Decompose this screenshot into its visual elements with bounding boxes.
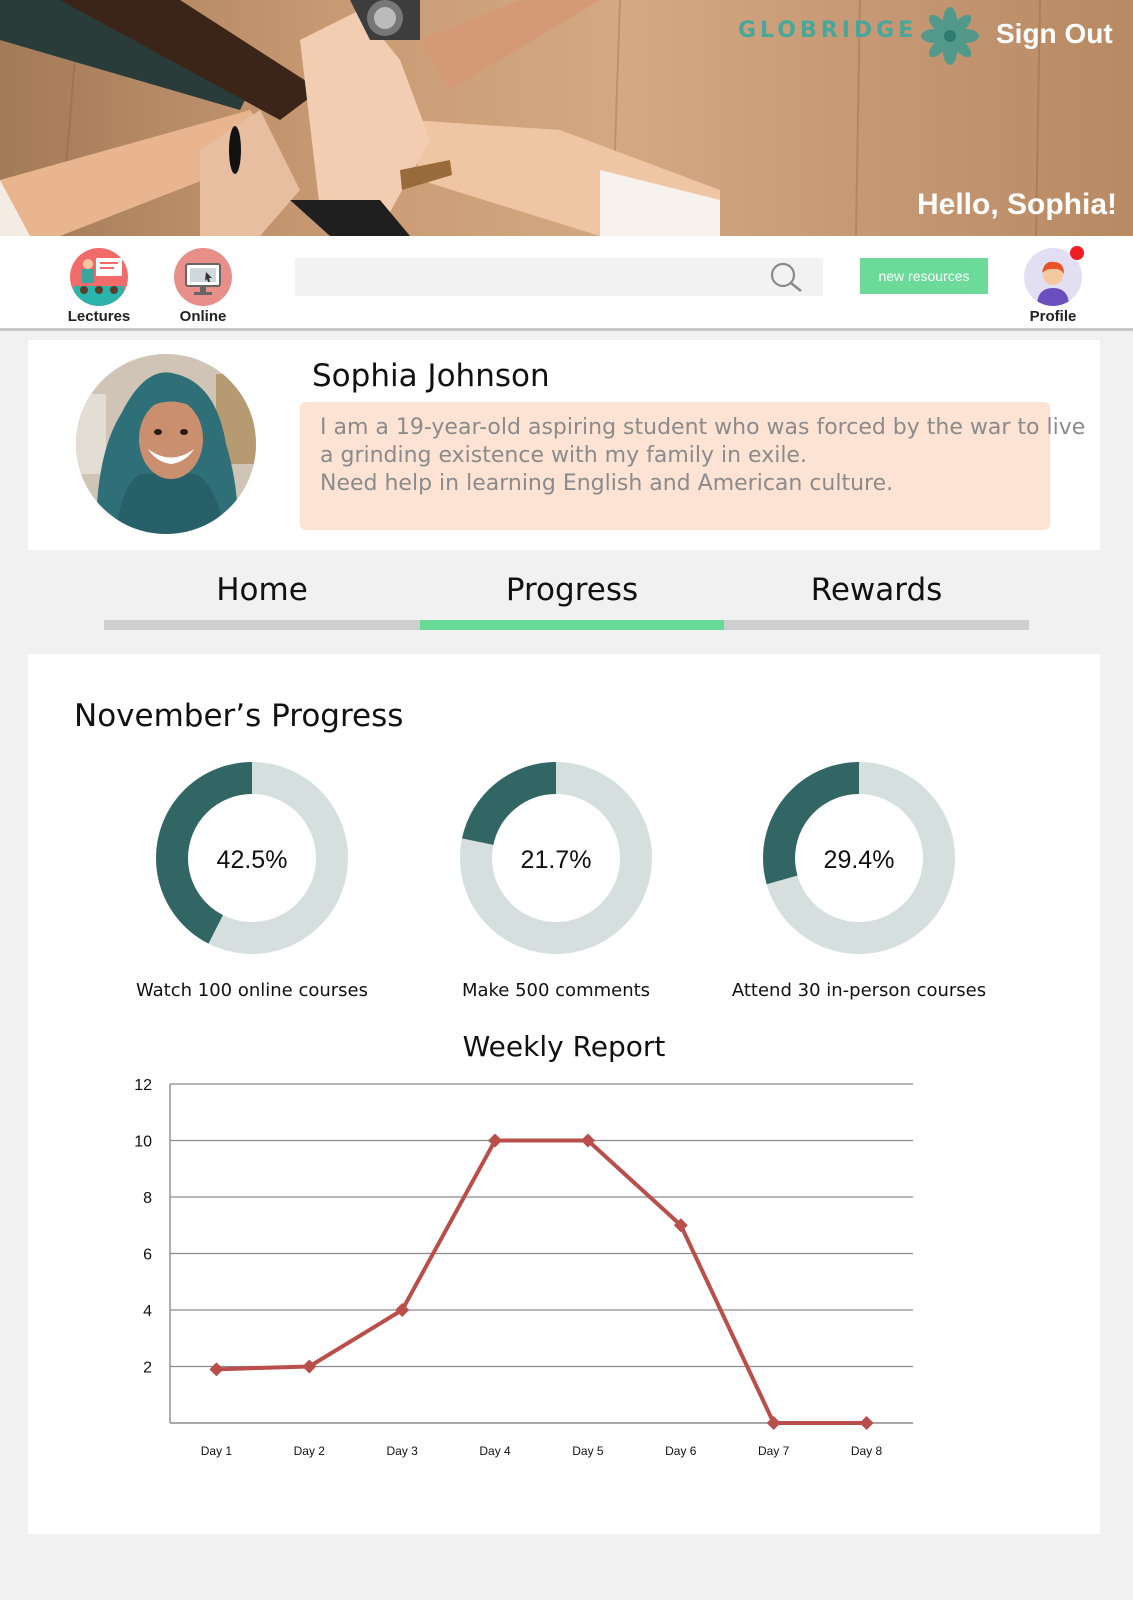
x-tick-label: Day 3 — [387, 1444, 419, 1458]
x-tick-label: Day 1 — [201, 1444, 233, 1458]
bio-line: Need help in learning English and Americ… — [320, 471, 894, 496]
tab-progress-label: Progress — [505, 572, 639, 608]
data-point — [209, 1362, 224, 1377]
y-tick-label: 8 — [143, 1190, 152, 1207]
bio-line: a grinding existence with my family in e… — [320, 443, 807, 468]
nav-online[interactable]: Online — [168, 248, 238, 325]
lectures-icon — [70, 248, 128, 306]
y-tick-label: 6 — [143, 1247, 152, 1264]
tab-home-label: Home — [216, 572, 308, 608]
x-tick-label: Day 4 — [479, 1444, 511, 1458]
greeting-text: Hello, Sophia! — [916, 188, 1117, 221]
top-nav: Lectures Online new resources Profile — [0, 236, 1133, 331]
new-resources-button[interactable]: new resources — [860, 258, 988, 294]
series-line — [216, 1138, 867, 1425]
profile-photo — [76, 354, 256, 534]
tab-underline — [724, 620, 1029, 630]
nav-online-label: Online — [179, 308, 227, 325]
data-point — [859, 1416, 874, 1430]
profile-bio: I am a 19-year-old aspiring student who … — [300, 402, 1086, 530]
tab-home[interactable]: Home — [104, 568, 420, 630]
y-tick-label: 12 — [134, 1077, 152, 1094]
tab-underline-active — [420, 620, 724, 630]
tab-rewards[interactable]: Rewards — [724, 568, 1029, 630]
x-tick-label: Day 5 — [572, 1444, 604, 1458]
weekly-report-chart: 2 4 6 8 10 12 Day 1 Day 2 Day 3 Day 4 Day 5 Day 6 Da… — [134, 1077, 913, 1458]
x-tick-label: Day 6 — [665, 1444, 697, 1458]
profile-card: Sophia Johnson I am a 19-year-old aspiri… — [28, 340, 1100, 550]
tab-underline — [104, 620, 420, 630]
search-icon[interactable] — [768, 260, 804, 294]
nav-lectures-label: Lectures — [67, 308, 131, 325]
notification-dot — [1070, 246, 1084, 260]
tab-rewards-label: Rewards — [810, 572, 943, 608]
x-tick-label: Day 7 — [758, 1444, 790, 1458]
y-tick-label: 10 — [134, 1134, 152, 1151]
online-icon — [174, 248, 232, 306]
data-point — [766, 1416, 781, 1430]
tab-progress[interactable]: Progress — [420, 568, 724, 630]
search-input[interactable] — [295, 258, 823, 296]
nav-lectures[interactable]: Lectures — [64, 248, 134, 325]
progress-panel: November’s Progress 42.5% Watch 100 onli… — [28, 654, 1100, 1534]
x-tick-label: Day 2 — [294, 1444, 326, 1458]
brand-name: GLOBRIDGE — [738, 18, 918, 43]
globridge-logo-icon — [921, 7, 979, 65]
y-tick-label: 4 — [143, 1303, 152, 1320]
profile-tabs: Home Progress Rewards — [104, 568, 1029, 630]
x-tick-label: Day 8 — [851, 1444, 883, 1458]
bio-line: I am a 19-year-old aspiring student who … — [320, 415, 1086, 440]
sign-out-button[interactable]: Sign Out — [996, 18, 1113, 50]
nav-profile-label: Profile — [1029, 308, 1077, 325]
nav-profile[interactable]: Profile — [1018, 246, 1088, 325]
y-tick-label: 2 — [143, 1360, 152, 1377]
hero-banner: GLOBRIDGE Sign Out Hello, Sophia! — [0, 0, 1133, 236]
profile-name: Sophia Johnson — [312, 358, 550, 394]
